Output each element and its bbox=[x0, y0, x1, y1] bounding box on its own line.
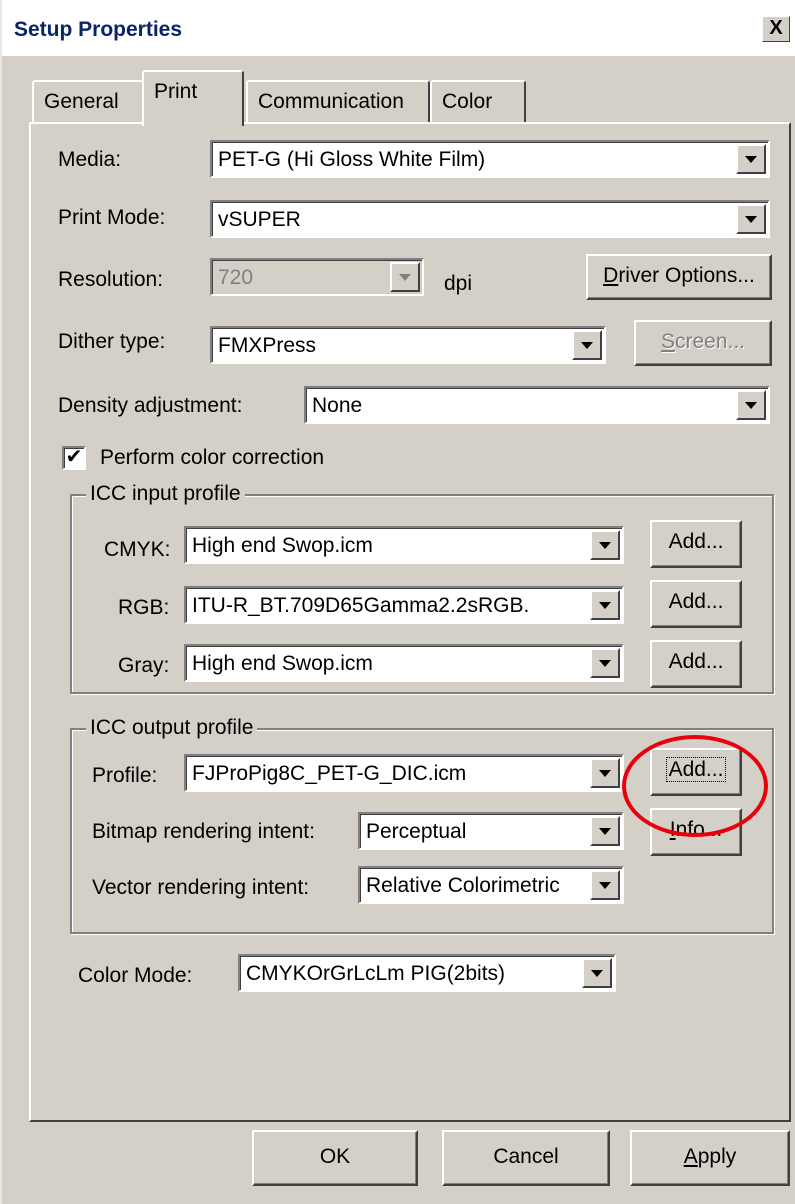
tab-general[interactable]: General bbox=[32, 80, 144, 124]
setup-properties-dialog: Setup Properties X General Print Communi… bbox=[0, 0, 795, 1204]
apply-label: pply bbox=[697, 1145, 737, 1168]
ok-button[interactable]: OK bbox=[252, 1130, 418, 1186]
apply-mnemonic: A bbox=[683, 1145, 698, 1168]
tab-color-label: Color bbox=[442, 90, 493, 113]
tab-print[interactable]: Print bbox=[142, 70, 244, 126]
cancel-button[interactable]: Cancel bbox=[442, 1130, 610, 1186]
annotation-circle bbox=[622, 735, 768, 837]
tab-color[interactable]: Color bbox=[430, 80, 526, 124]
tab-print-label: Print bbox=[154, 80, 198, 103]
close-button[interactable]: X bbox=[762, 16, 790, 42]
tab-general-label: General bbox=[44, 90, 119, 113]
tab-communication-label: Communication bbox=[258, 90, 404, 113]
tab-communication[interactable]: Communication bbox=[246, 80, 430, 124]
title-bar: Setup Properties X bbox=[2, 0, 795, 56]
print-tab-panel bbox=[29, 122, 791, 1122]
window-title: Setup Properties bbox=[14, 18, 183, 41]
apply-button[interactable]: Apply bbox=[630, 1130, 790, 1186]
